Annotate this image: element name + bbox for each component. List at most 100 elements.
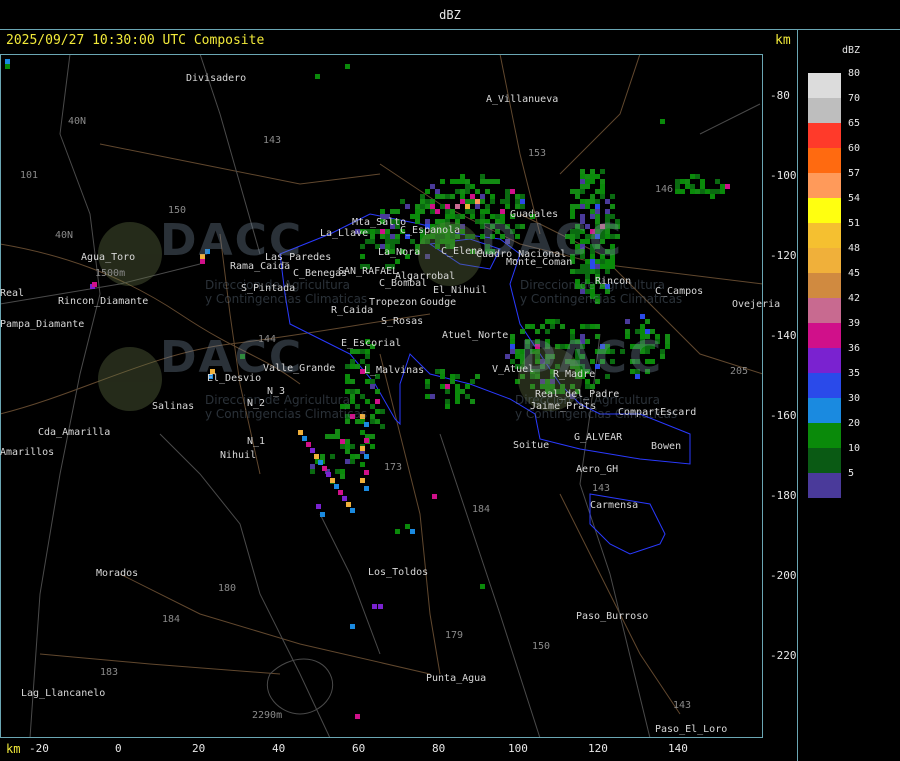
place-label: Paso_Burroso (576, 611, 649, 622)
route-number: 101 (20, 170, 39, 181)
route-number: 144 (258, 334, 277, 345)
legend-swatch (808, 123, 841, 148)
place-label: CompartEscard (618, 407, 697, 418)
panel-divider (797, 29, 798, 761)
place-label: Agua_Toro (81, 252, 136, 263)
place-label: N_3 (267, 386, 286, 397)
place-label: Real_del_Padre (535, 389, 620, 400)
route-number: 143 (673, 700, 692, 711)
x-unit-label: km (6, 742, 21, 756)
y-tick-label: -200 (770, 569, 797, 582)
legend-value-label: 20 (848, 418, 861, 429)
legend-swatch (808, 198, 841, 223)
y-tick-label: -180 (770, 489, 797, 502)
title-bar: dBZ (0, 0, 900, 30)
place-label: Jaime_Prats (530, 401, 597, 412)
route-number: 173 (384, 462, 403, 473)
legend-value-label: 70 (848, 93, 861, 104)
place-label: Goudge (420, 297, 457, 308)
legend-swatch (808, 273, 841, 298)
x-tick-label: 120 (588, 742, 608, 755)
x-tick-label: 100 (508, 742, 528, 755)
place-label: Rincon (595, 276, 632, 287)
y-tick-label: -220 (770, 649, 797, 662)
y-tick-label: -120 (770, 249, 797, 262)
place-label: La_Llave (320, 228, 369, 239)
route-number: 150 (532, 641, 551, 652)
place-label: Atuel_Norte (442, 330, 509, 341)
legend-value-label: 65 (848, 118, 861, 129)
place-label: Los_Toldos (368, 567, 429, 578)
route-number: 150 (168, 205, 187, 216)
place-label: Soitue (513, 440, 550, 451)
place-label: E_Escorial (341, 338, 402, 349)
place-label: Aero_GH (576, 464, 619, 475)
route-number: 205 (730, 366, 749, 377)
legend-swatch (808, 98, 841, 123)
place-label: Nihuil (220, 450, 257, 461)
legend-swatch (808, 223, 841, 248)
place-label: Lag_Llancanelo (21, 688, 106, 699)
route-number: 40N (68, 116, 87, 127)
legend-swatch (808, 448, 841, 473)
place-label: G_ALVEAR (574, 432, 623, 443)
place-label: Punta_Agua (426, 673, 487, 684)
legend-value-label: 80 (848, 68, 861, 79)
x-tick-label: 60 (352, 742, 366, 755)
legend-swatch (808, 373, 841, 398)
place-label: N_1 (247, 436, 266, 447)
x-tick-label: 20 (192, 742, 206, 755)
legend-value-label: 36 (848, 343, 861, 354)
place-label: Monte_Coman (506, 257, 573, 268)
place-label: Paso_El_Loro (655, 724, 728, 735)
legend-value-label: 48 (848, 243, 861, 254)
legend-swatch (808, 248, 841, 273)
place-label: Morados (96, 568, 139, 579)
y-tick-label: -100 (770, 169, 797, 182)
place-label: C_Benegas (293, 268, 348, 279)
y-tick-label: -80 (770, 89, 790, 102)
place-label: R_Caida (331, 305, 374, 316)
x-tick-label: 0 (115, 742, 122, 755)
place-label: N_2 (247, 398, 266, 409)
legend-value-label: 57 (848, 168, 861, 179)
legend-value-label: 42 (848, 293, 861, 304)
place-label: Tropezon (369, 297, 418, 308)
place-label: L_Malvinas (364, 365, 425, 376)
place-label: Salinas (152, 401, 195, 412)
y-unit-label: km (775, 33, 791, 48)
route-number: 153 (528, 148, 547, 159)
legend-value-label: 45 (848, 268, 861, 279)
place-label: Real (0, 288, 25, 299)
x-tick-label: 40 (272, 742, 286, 755)
legend-swatch (808, 173, 841, 198)
legend-swatch (808, 73, 841, 98)
route-number: 179 (445, 630, 464, 641)
place-label: Mta_Salto (352, 217, 407, 228)
x-tick-label: 140 (668, 742, 688, 755)
map-frame (0, 54, 763, 738)
place-label: Cda_Amarilla (38, 427, 111, 438)
place-label: Guadales (510, 209, 559, 220)
x-tick-label: -20 (29, 742, 49, 755)
legend-swatch (808, 323, 841, 348)
y-tick-label: -140 (770, 329, 797, 342)
legend-value-label: 54 (848, 193, 861, 204)
window-title: dBZ (439, 7, 461, 22)
route-number: 184 (162, 614, 181, 625)
place-label: V_Atuel (492, 364, 535, 375)
place-label: Algarrobal (395, 271, 456, 282)
legend-swatch (808, 423, 841, 448)
place-label: Rincon_Diamante (58, 296, 149, 307)
legend-value-label: 5 (848, 468, 855, 479)
route-number: 2290m (252, 710, 283, 721)
legend-swatch (808, 298, 841, 323)
route-number: 146 (655, 184, 674, 195)
place-label: A_Villanueva (486, 94, 559, 105)
place-label: El_Desvio (207, 373, 262, 384)
route-number: 184 (472, 504, 491, 515)
legend-value-label: 35 (848, 368, 861, 379)
place-label: Carmensa (590, 500, 639, 511)
place-label: Las_Paredes (265, 252, 332, 263)
legend-value-label: 30 (848, 393, 861, 404)
